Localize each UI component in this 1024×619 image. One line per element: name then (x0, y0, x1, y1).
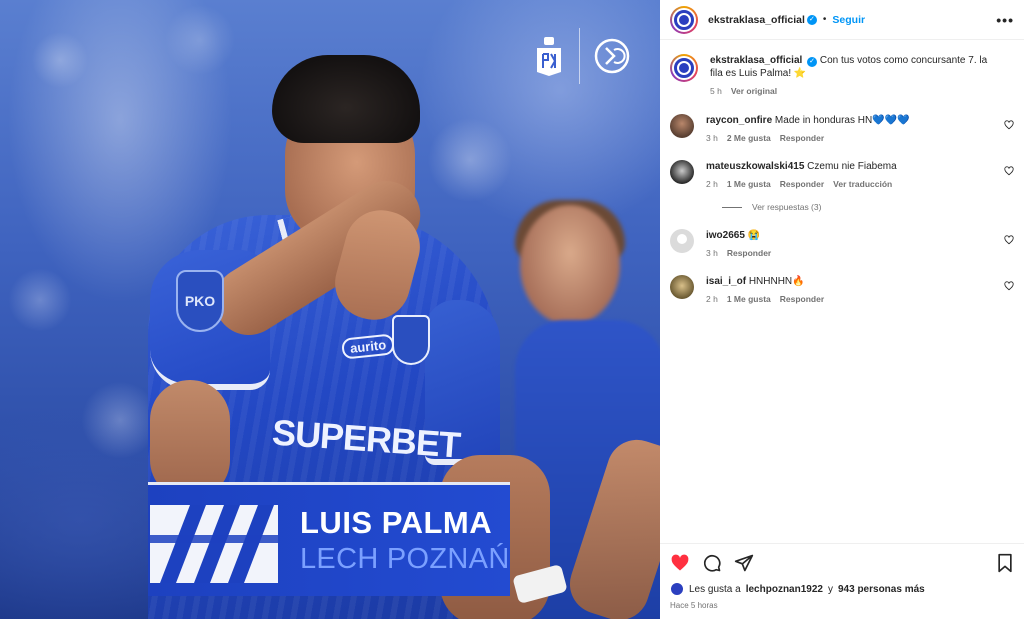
verified-icon: ✓ (807, 57, 818, 67)
player-name: LUIS PALMA (300, 505, 493, 540)
likes-user[interactable]: lechpoznan1922 (746, 584, 823, 595)
comment-username[interactable]: mateuszkowalski415 (706, 161, 804, 172)
author-info: ekstraklasa_official ✓ • Seguir (708, 14, 865, 26)
comment-text-line: raycon_onfire Made in honduras HN💙💙💙 (706, 114, 994, 127)
commenter-avatar[interactable] (670, 114, 694, 138)
caption-meta: 5 h Ver original (710, 86, 994, 96)
comment-item: mateuszkowalski415 Czemu nie Fiabema 2 h… (670, 160, 1014, 189)
caption-time[interactable]: 5 h (710, 86, 722, 96)
likes-prefix: Les gusta a (689, 583, 741, 595)
comment-text: Made in honduras HN💙💙💙 (774, 115, 910, 126)
ekstraklasa-logo-icon (594, 38, 630, 74)
post-actions: Les gusta a lechpoznan1922 y 943 persona… (660, 543, 1024, 610)
reply-button[interactable]: Responder (727, 248, 771, 258)
comment-likes[interactable]: 1 Me gusta (727, 294, 771, 304)
save-icon[interactable] (996, 553, 1014, 573)
league-patch: PKO (176, 270, 224, 332)
logo-divider (579, 28, 580, 84)
player-hair (272, 55, 420, 143)
comment-username[interactable]: iwo2665 (706, 230, 745, 241)
pko-logo-icon (537, 37, 561, 76)
top-logos (533, 28, 630, 84)
reply-button[interactable]: Responder (780, 133, 824, 143)
club-crest (392, 315, 430, 365)
comment-text: Czemu nie Fiabema (807, 161, 897, 172)
commenter-avatar[interactable] (670, 275, 694, 299)
post-caption: ekstraklasa_official ✓ Con tus votos com… (670, 54, 1014, 96)
comments-list[interactable]: ekstraklasa_official ✓ Con tus votos com… (660, 40, 1024, 540)
comment-time[interactable]: 2 h (706, 294, 718, 304)
post-image[interactable]: PKO aurito SUPERBET LUIS PALMA LECH POZN… (0, 0, 660, 619)
likes-others[interactable]: 943 personas más (838, 584, 925, 595)
comment-text-line: iwo2665 😭 (706, 229, 994, 242)
comment-text: 😭 (747, 230, 761, 241)
author-username[interactable]: ekstraklasa_official (708, 14, 805, 26)
comment-item: iwo2665 😭 3 h Responder (670, 229, 1014, 258)
more-options-icon[interactable]: ••• (996, 12, 1014, 28)
comment-text: HNHNHN🔥 (748, 276, 805, 287)
like-post-icon[interactable] (670, 553, 690, 573)
like-comment-icon[interactable] (1004, 166, 1014, 176)
comment-meta: 3 h 2 Me gusta Responder (706, 133, 994, 143)
replies-line (722, 206, 742, 208)
name-banner: LUIS PALMA LECH POZNAŃ (148, 482, 510, 596)
follow-button[interactable]: Seguir (832, 14, 865, 26)
lech-logo-icon (150, 505, 278, 583)
post-timestamp: Hace 5 horas (670, 601, 718, 610)
post-side-panel: ekstraklasa_official ✓ • Seguir ••• ekst… (660, 0, 1024, 619)
comment-likes[interactable]: 2 Me gusta (727, 133, 771, 143)
commenter-avatar[interactable] (670, 229, 694, 253)
comment-meta: 3 h Responder (706, 248, 994, 258)
comment-time[interactable]: 2 h (706, 179, 718, 189)
comment-likes[interactable]: 1 Me gusta (727, 179, 771, 189)
likes-summary[interactable]: Les gusta a lechpoznan1922 y 943 persona… (670, 582, 1014, 596)
club-name: LECH POZNAŃ (300, 543, 510, 575)
reply-button[interactable]: Responder (780, 179, 824, 189)
view-replies-label: Ver respuestas (3) (752, 202, 822, 212)
comment-time[interactable]: 3 h (706, 248, 718, 258)
commenter-avatar[interactable] (670, 160, 694, 184)
caption-text-line: ekstraklasa_official ✓ Con tus votos com… (710, 54, 994, 80)
post-header: ekstraklasa_official ✓ • Seguir ••• (660, 0, 1024, 40)
action-buttons (670, 553, 1014, 573)
view-replies-button[interactable]: Ver respuestas (3) (722, 202, 1014, 212)
comment-meta: 2 h 1 Me gusta Responder Ver traducción (706, 179, 994, 189)
reply-button[interactable]: Responder (780, 294, 824, 304)
likes-middle: y (827, 583, 833, 595)
comment-username[interactable]: isai_i_of (706, 276, 746, 287)
comment-item: raycon_onfire Made in honduras HN💙💙💙 3 h… (670, 114, 1014, 143)
liker-avatar (670, 582, 684, 596)
background-player-head (520, 205, 620, 325)
league-patch-text: PKO (184, 293, 216, 309)
translate-button[interactable]: Ver traducción (833, 179, 892, 189)
comment-time[interactable]: 3 h (706, 133, 718, 143)
see-original-button[interactable]: Ver original (731, 86, 777, 96)
comment-meta: 2 h 1 Me gusta Responder (706, 294, 994, 304)
author-avatar[interactable] (670, 5, 698, 34)
like-comment-icon[interactable] (1004, 281, 1014, 291)
comment-icon[interactable] (702, 553, 722, 573)
comment-text-line: isai_i_of HNHNHN🔥 (706, 275, 994, 288)
caption-username[interactable]: ekstraklasa_official (710, 55, 802, 66)
share-icon[interactable] (734, 553, 754, 573)
verified-icon: ✓ (806, 14, 817, 25)
comment-item: isai_i_of HNHNHN🔥 2 h 1 Me gusta Respond… (670, 275, 1014, 304)
separator-dot: • (822, 14, 827, 25)
like-comment-icon[interactable] (1004, 235, 1014, 245)
comment-username[interactable]: raycon_onfire (706, 115, 772, 126)
caption-avatar[interactable] (670, 54, 698, 82)
comment-text-line: mateuszkowalski415 Czemu nie Fiabema (706, 160, 994, 173)
like-comment-icon[interactable] (1004, 120, 1014, 130)
